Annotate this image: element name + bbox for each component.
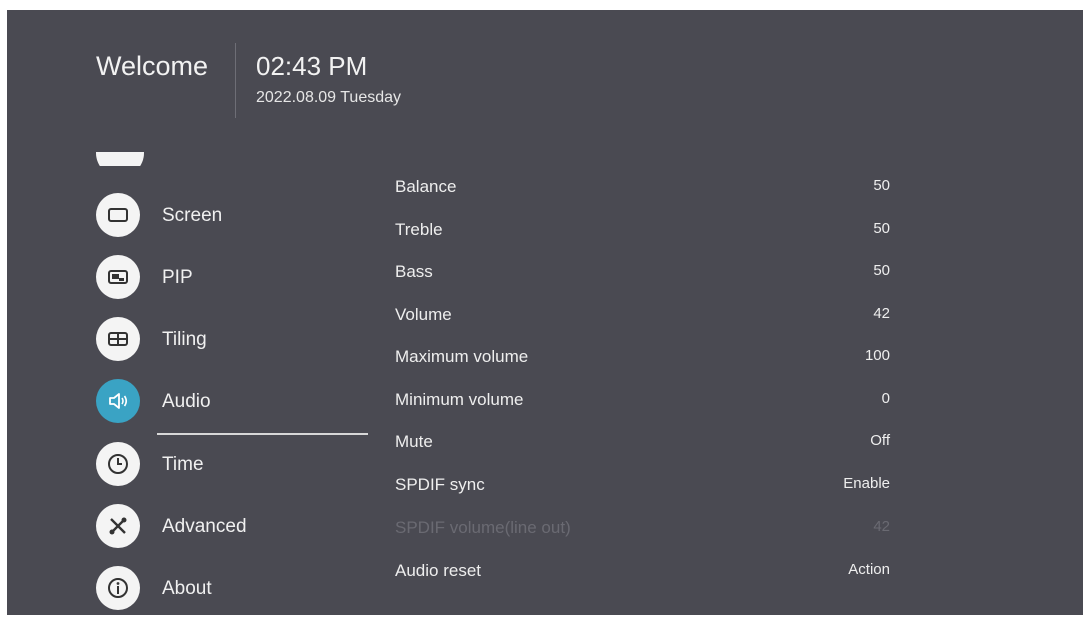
info-icon — [96, 566, 140, 610]
sidebar-item-tiling[interactable]: Tiling — [96, 317, 376, 361]
setting-label: Mute — [395, 432, 433, 451]
setting-value: 42 — [873, 305, 890, 322]
setting-spdif-sync[interactable]: SPDIF sync Enable — [395, 475, 890, 505]
setting-bass[interactable]: Bass 50 — [395, 262, 890, 292]
setting-label: Treble — [395, 220, 443, 239]
clock-icon — [96, 442, 140, 486]
sidebar-item-label: Tiling — [162, 329, 207, 350]
sidebar-item-label: Audio — [162, 391, 211, 412]
setting-value: 42 — [873, 518, 890, 535]
setting-value: 50 — [873, 220, 890, 237]
setting-label: Balance — [395, 177, 457, 196]
settings-screen: Welcome 02:43 PM 2022.08.09 Tuesday Scre… — [7, 10, 1083, 615]
setting-balance[interactable]: Balance 50 — [395, 177, 890, 207]
setting-maximum-volume[interactable]: Maximum volume 100 — [395, 347, 890, 377]
sidebar-item-label: PIP — [162, 267, 193, 288]
sidebar-item-screen[interactable]: Screen — [96, 193, 376, 237]
sidebar-item-audio[interactable]: Audio — [96, 379, 376, 423]
setting-label: SPDIF volume(line out) — [395, 518, 571, 537]
clock-time: 02:43 PM — [256, 51, 368, 81]
setting-value: Action — [848, 561, 890, 578]
setting-volume[interactable]: Volume 42 — [395, 305, 890, 335]
sidebar-item-label: Time — [162, 454, 204, 475]
setting-label: Maximum volume — [395, 347, 529, 366]
setting-audio-reset[interactable]: Audio reset Action — [395, 561, 890, 591]
tools-icon — [96, 504, 140, 548]
speaker-icon — [96, 379, 140, 423]
setting-label: Bass — [395, 262, 433, 281]
sidebar-item-time[interactable]: Time — [96, 442, 376, 486]
pip-icon — [96, 255, 140, 299]
screen-icon — [96, 193, 140, 237]
setting-spdif-volume: SPDIF volume(line out) 42 — [395, 518, 890, 548]
sidebar-item-advanced[interactable]: Advanced — [96, 504, 376, 548]
setting-mute[interactable]: Mute Off — [395, 432, 890, 462]
setting-value: 0 — [881, 390, 890, 407]
welcome-label: Welcome — [96, 51, 209, 81]
sidebar-item-label: Screen — [162, 205, 223, 226]
setting-value: 50 — [873, 177, 890, 194]
tiling-icon — [96, 317, 140, 361]
sidebar-item-pip[interactable]: PIP — [96, 255, 376, 299]
setting-value: 100 — [864, 347, 890, 364]
clock-date: 2022.08.09 Tuesday — [256, 89, 402, 106]
setting-value: Enable — [843, 475, 890, 492]
sidebar-item-label: About — [162, 578, 212, 599]
header-divider — [235, 43, 236, 118]
sidebar-item-label: Advanced — [162, 516, 247, 537]
setting-label: SPDIF sync — [395, 475, 485, 494]
sidebar-item-about[interactable]: About — [96, 566, 376, 610]
setting-value: Off — [870, 432, 890, 449]
setting-value: 50 — [873, 262, 890, 279]
active-item-underline — [157, 433, 368, 435]
setting-label: Audio reset — [395, 561, 481, 580]
setting-label: Volume — [395, 305, 452, 324]
setting-treble[interactable]: Treble 50 — [395, 220, 890, 250]
setting-label: Minimum volume — [395, 390, 524, 409]
setting-minimum-volume[interactable]: Minimum volume 0 — [395, 390, 890, 420]
